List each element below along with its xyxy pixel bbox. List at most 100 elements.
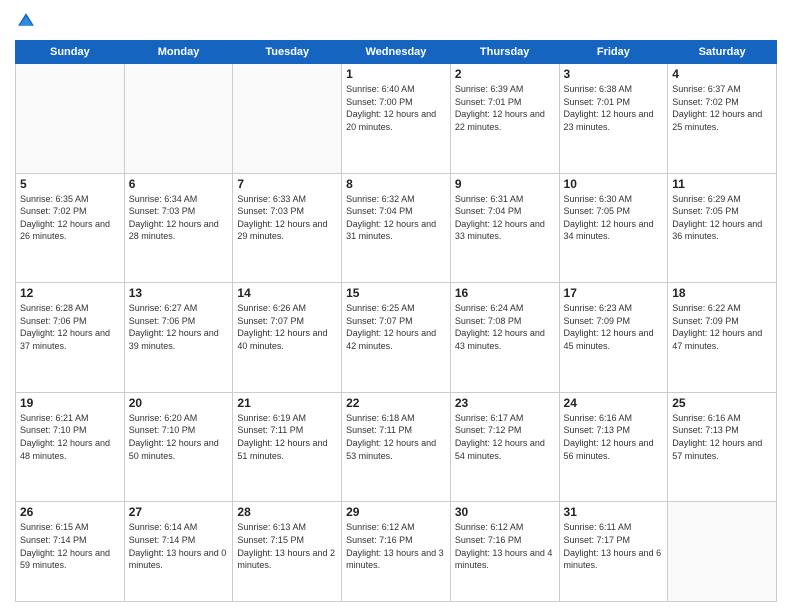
day-number: 21 — [237, 396, 337, 410]
day-number: 18 — [672, 286, 772, 300]
cell-info: Sunrise: 6:17 AM Sunset: 7:12 PM Dayligh… — [455, 412, 555, 462]
calendar-cell: 6 Sunrise: 6:34 AM Sunset: 7:03 PM Daylig… — [124, 173, 233, 283]
cell-info: Sunrise: 6:31 AM Sunset: 7:04 PM Dayligh… — [455, 193, 555, 243]
cell-info: Sunrise: 6:28 AM Sunset: 7:06 PM Dayligh… — [20, 302, 120, 352]
cell-info: Sunrise: 6:34 AM Sunset: 7:03 PM Dayligh… — [129, 193, 229, 243]
cell-info: Sunrise: 6:29 AM Sunset: 7:05 PM Dayligh… — [672, 193, 772, 243]
cell-info: Sunrise: 6:22 AM Sunset: 7:09 PM Dayligh… — [672, 302, 772, 352]
calendar-week-row: 12 Sunrise: 6:28 AM Sunset: 7:06 PM Dayli… — [16, 283, 777, 393]
day-number: 30 — [455, 505, 555, 519]
weekday-header: Thursday — [450, 41, 559, 64]
page: SundayMondayTuesdayWednesdayThursdayFrid… — [0, 0, 792, 612]
day-number: 17 — [564, 286, 664, 300]
calendar-cell: 11Sunrise: 6:29 AM Sunset: 7:05 PM Dayli… — [668, 173, 777, 283]
calendar-cell: 24 Sunrise: 6:16 AM Sunset: 7:13 PM Dayli… — [559, 392, 668, 502]
day-number: 29 — [346, 505, 446, 519]
calendar-cell: 29 Sunrise: 6:12 AM Sunset: 7:16 PM Dayli… — [342, 502, 451, 602]
day-number: 20 — [129, 396, 229, 410]
logo — [15, 10, 41, 32]
calendar-week-row: 19 Sunrise: 6:21 AM Sunset: 7:10 PM Dayli… — [16, 392, 777, 502]
calendar-cell: 25 Sunrise: 6:16 AM Sunset: 7:13 PM Dayli… — [668, 392, 777, 502]
calendar-cell — [233, 64, 342, 174]
day-number: 7 — [237, 177, 337, 191]
calendar-cell: 28Sunrise: 6:13 AM Sunset: 7:15 PM Dayli… — [233, 502, 342, 602]
day-number: 23 — [455, 396, 555, 410]
calendar-cell — [124, 64, 233, 174]
calendar-cell: 23 Sunrise: 6:17 AM Sunset: 7:12 PM Dayli… — [450, 392, 559, 502]
day-number: 15 — [346, 286, 446, 300]
cell-info: Sunrise: 6:32 AM Sunset: 7:04 PM Dayligh… — [346, 193, 446, 243]
day-number: 4 — [672, 67, 772, 81]
calendar-cell: 27 Sunrise: 6:14 AM Sunset: 7:14 PM Dayli… — [124, 502, 233, 602]
calendar-cell: 20 Sunrise: 6:20 AM Sunset: 7:10 PM Dayli… — [124, 392, 233, 502]
calendar-cell: 30 Sunrise: 6:12 AM Sunset: 7:16 PM Dayli… — [450, 502, 559, 602]
logo-icon — [15, 10, 37, 32]
cell-info: Sunrise: 6:11 AM Sunset: 7:17 PM Dayligh… — [564, 521, 664, 571]
calendar-cell: 9 Sunrise: 6:31 AM Sunset: 7:04 PM Daylig… — [450, 173, 559, 283]
calendar-cell: 26 Sunrise: 6:15 AM Sunset: 7:14 PM Dayli… — [16, 502, 125, 602]
cell-info: Sunrise: 6:16 AM Sunset: 7:13 PM Dayligh… — [672, 412, 772, 462]
cell-info: Sunrise: 6:14 AM Sunset: 7:14 PM Dayligh… — [129, 521, 229, 571]
cell-info: Sunrise: 6:39 AM Sunset: 7:01 PM Dayligh… — [455, 83, 555, 133]
cell-info: Sunrise: 6:12 AM Sunset: 7:16 PM Dayligh… — [346, 521, 446, 571]
cell-info: Sunrise: 6:23 AM Sunset: 7:09 PM Dayligh… — [564, 302, 664, 352]
day-number: 19 — [20, 396, 120, 410]
cell-info: Sunrise: 6:25 AM Sunset: 7:07 PM Dayligh… — [346, 302, 446, 352]
day-number: 26 — [20, 505, 120, 519]
cell-info: Sunrise: 6:30 AM Sunset: 7:05 PM Dayligh… — [564, 193, 664, 243]
calendar-cell: 15 Sunrise: 6:25 AM Sunset: 7:07 PM Dayli… — [342, 283, 451, 393]
calendar-cell: 13 Sunrise: 6:27 AM Sunset: 7:06 PM Dayli… — [124, 283, 233, 393]
day-number: 16 — [455, 286, 555, 300]
day-number: 31 — [564, 505, 664, 519]
cell-info: Sunrise: 6:12 AM Sunset: 7:16 PM Dayligh… — [455, 521, 555, 571]
day-number: 13 — [129, 286, 229, 300]
calendar-cell: 31 Sunrise: 6:11 AM Sunset: 7:17 PM Dayli… — [559, 502, 668, 602]
calendar-cell: 2Sunrise: 6:39 AM Sunset: 7:01 PM Daylig… — [450, 64, 559, 174]
cell-info: Sunrise: 6:27 AM Sunset: 7:06 PM Dayligh… — [129, 302, 229, 352]
calendar-cell: 1 Sunrise: 6:40 AM Sunset: 7:00 PM Daylig… — [342, 64, 451, 174]
calendar-table: SundayMondayTuesdayWednesdayThursdayFrid… — [15, 40, 777, 602]
day-number: 8 — [346, 177, 446, 191]
day-number: 1 — [346, 67, 446, 81]
calendar-cell: 21 Sunrise: 6:19 AM Sunset: 7:11 PM Dayli… — [233, 392, 342, 502]
day-number: 22 — [346, 396, 446, 410]
day-number: 10 — [564, 177, 664, 191]
cell-info: Sunrise: 6:21 AM Sunset: 7:10 PM Dayligh… — [20, 412, 120, 462]
calendar-cell: 19 Sunrise: 6:21 AM Sunset: 7:10 PM Dayli… — [16, 392, 125, 502]
weekday-header: Sunday — [16, 41, 125, 64]
cell-info: Sunrise: 6:20 AM Sunset: 7:10 PM Dayligh… — [129, 412, 229, 462]
calendar-week-row: 5 Sunrise: 6:35 AM Sunset: 7:02 PM Daylig… — [16, 173, 777, 283]
cell-info: Sunrise: 6:38 AM Sunset: 7:01 PM Dayligh… — [564, 83, 664, 133]
cell-info: Sunrise: 6:19 AM Sunset: 7:11 PM Dayligh… — [237, 412, 337, 462]
day-number: 3 — [564, 67, 664, 81]
day-number: 12 — [20, 286, 120, 300]
cell-info: Sunrise: 6:16 AM Sunset: 7:13 PM Dayligh… — [564, 412, 664, 462]
weekday-header: Friday — [559, 41, 668, 64]
cell-info: Sunrise: 6:35 AM Sunset: 7:02 PM Dayligh… — [20, 193, 120, 243]
calendar-cell: 12 Sunrise: 6:28 AM Sunset: 7:06 PM Dayli… — [16, 283, 125, 393]
header — [15, 10, 777, 32]
day-number: 6 — [129, 177, 229, 191]
day-number: 24 — [564, 396, 664, 410]
cell-info: Sunrise: 6:15 AM Sunset: 7:14 PM Dayligh… — [20, 521, 120, 571]
calendar-cell: 22 Sunrise: 6:18 AM Sunset: 7:11 PM Dayli… — [342, 392, 451, 502]
calendar-cell: 10 Sunrise: 6:30 AM Sunset: 7:05 PM Dayli… — [559, 173, 668, 283]
calendar-cell: 7 Sunrise: 6:33 AM Sunset: 7:03 PM Daylig… — [233, 173, 342, 283]
day-number: 27 — [129, 505, 229, 519]
weekday-header: Wednesday — [342, 41, 451, 64]
calendar-cell — [668, 502, 777, 602]
day-number: 5 — [20, 177, 120, 191]
calendar-cell: 3 Sunrise: 6:38 AM Sunset: 7:01 PM Daylig… — [559, 64, 668, 174]
day-number: 9 — [455, 177, 555, 191]
day-number: 25 — [672, 396, 772, 410]
cell-info: Sunrise: 6:26 AM Sunset: 7:07 PM Dayligh… — [237, 302, 337, 352]
cell-info: Sunrise: 6:18 AM Sunset: 7:11 PM Dayligh… — [346, 412, 446, 462]
calendar-cell: 8 Sunrise: 6:32 AM Sunset: 7:04 PM Daylig… — [342, 173, 451, 283]
calendar-cell: 14Sunrise: 6:26 AM Sunset: 7:07 PM Dayli… — [233, 283, 342, 393]
cell-info: Sunrise: 6:24 AM Sunset: 7:08 PM Dayligh… — [455, 302, 555, 352]
calendar-cell: 18 Sunrise: 6:22 AM Sunset: 7:09 PM Dayli… — [668, 283, 777, 393]
calendar-cell: 5 Sunrise: 6:35 AM Sunset: 7:02 PM Daylig… — [16, 173, 125, 283]
calendar-cell — [16, 64, 125, 174]
cell-info: Sunrise: 6:33 AM Sunset: 7:03 PM Dayligh… — [237, 193, 337, 243]
cell-info: Sunrise: 6:40 AM Sunset: 7:00 PM Dayligh… — [346, 83, 446, 133]
